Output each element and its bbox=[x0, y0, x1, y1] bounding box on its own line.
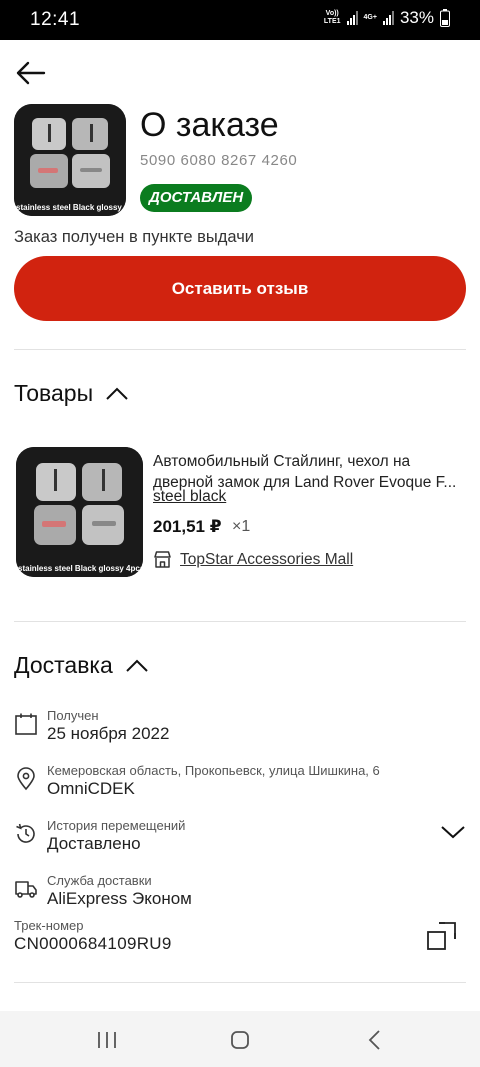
system-navigation-bar bbox=[0, 1011, 480, 1067]
status-badge: ДОСТАВЛЕН bbox=[140, 184, 253, 212]
order-note: Заказ получен в пункте выдачи bbox=[14, 228, 255, 246]
service-value: AliExpress Эконом bbox=[47, 889, 192, 908]
calendar-icon bbox=[15, 713, 37, 735]
item-product-image[interactable]: stainless steel Black glossy 4pcs bbox=[16, 447, 143, 577]
status-time: 12:41 bbox=[30, 9, 81, 30]
product-image-caption: stainless steel Black glossy 4pcs bbox=[18, 564, 143, 573]
products-section-title: Товары bbox=[14, 380, 94, 406]
track-label: Трек-номер bbox=[14, 918, 84, 933]
copy-icon[interactable] bbox=[426, 920, 458, 952]
products-section-header[interactable]: Товары bbox=[14, 380, 129, 407]
leave-review-button[interactable]: Оставить отзыв bbox=[14, 256, 466, 321]
recent-apps-icon[interactable] bbox=[92, 1025, 122, 1055]
history-label: История перемещений bbox=[47, 818, 186, 833]
divider bbox=[14, 982, 466, 983]
received-label: Получен bbox=[47, 708, 99, 723]
divider bbox=[14, 621, 466, 622]
address-label: Кемеровская область, Прокопьевск, улица … bbox=[47, 763, 380, 778]
item-quantity: ×1 bbox=[232, 518, 251, 535]
track-number[interactable]: CN0000684109RU9 bbox=[14, 934, 172, 954]
order-product-image: stainless steel Black glossy 4pcs bbox=[14, 104, 126, 216]
store-link[interactable]: TopStar Accessories Mall bbox=[153, 550, 353, 569]
battery-icon bbox=[440, 9, 450, 27]
service-label: Служба доставки bbox=[47, 873, 152, 888]
signal-icon-2 bbox=[382, 11, 394, 25]
battery-percent: 33% bbox=[399, 8, 434, 27]
back-nav-icon[interactable] bbox=[360, 1025, 390, 1055]
item-title[interactable]: Автомобильный Стайлинг, чехол на дверной… bbox=[153, 451, 468, 493]
chevron-up-icon bbox=[106, 387, 128, 400]
item-variant[interactable]: steel black bbox=[153, 488, 226, 506]
location-pin-icon bbox=[17, 767, 35, 791]
page-title: О заказе bbox=[140, 106, 279, 144]
history-value: Доставлено bbox=[47, 834, 141, 853]
volte-indicator: Vo)) LTE1 bbox=[323, 10, 341, 25]
delivery-section-header[interactable]: Доставка bbox=[14, 652, 149, 679]
status-indicators: Vo)) LTE1 4G+ 33% bbox=[324, 8, 450, 28]
order-number[interactable]: 5090 6080 8267 4260 bbox=[140, 152, 297, 169]
home-icon[interactable] bbox=[225, 1025, 255, 1055]
address-value: OmniCDEK bbox=[47, 779, 135, 798]
item-price: 201,51 ₽ bbox=[153, 517, 222, 536]
delivery-section-title: Доставка bbox=[14, 652, 113, 678]
chevron-up-icon bbox=[126, 659, 148, 672]
chevron-down-icon[interactable] bbox=[440, 822, 466, 842]
store-icon bbox=[154, 551, 171, 568]
back-arrow-icon[interactable] bbox=[14, 56, 48, 90]
store-name[interactable]: TopStar Accessories Mall bbox=[180, 551, 353, 569]
truck-icon bbox=[15, 881, 37, 898]
network-indicator: 4G+ bbox=[363, 14, 377, 21]
product-image-caption: stainless steel Black glossy 4pcs bbox=[16, 203, 126, 212]
signal-icon bbox=[346, 11, 358, 25]
received-value: 25 ноября 2022 bbox=[47, 724, 170, 743]
status-bar: 12:41 Vo)) LTE1 4G+ 33% bbox=[0, 0, 480, 40]
divider bbox=[14, 349, 466, 350]
history-icon bbox=[16, 823, 35, 843]
